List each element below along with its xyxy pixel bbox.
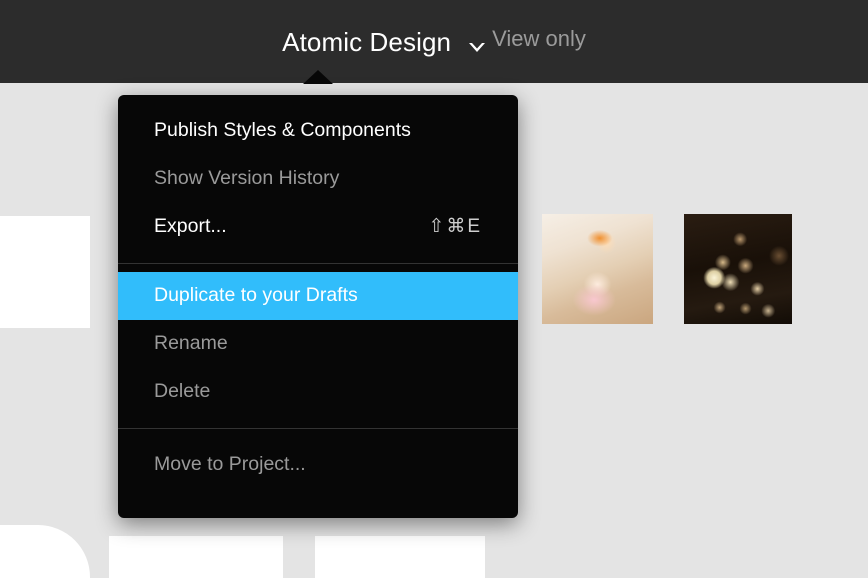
view-only-badge: View only — [492, 25, 586, 51]
menu-top-padding — [118, 95, 518, 107]
page-title: Atomic Design — [282, 26, 452, 57]
menu-item-export[interactable]: Export... ⇧⌘E — [118, 203, 518, 251]
canvas-card-bottom-1[interactable] — [0, 525, 90, 578]
menu-item-label: Delete — [154, 380, 211, 403]
canvas-card-bottom-2[interactable] — [109, 536, 283, 578]
chevron-down-icon[interactable] — [464, 34, 490, 60]
menu-group-1: Publish Styles & Components Show Version… — [118, 107, 518, 251]
canvas-card-bottom-3[interactable] — [315, 536, 485, 578]
dropdown-pointer-arrow — [303, 70, 333, 84]
menu-item-label: Duplicate to your Drafts — [154, 284, 358, 307]
menu-item-label: Publish Styles & Components — [154, 119, 411, 142]
menu-group-2-top-padding — [118, 264, 518, 272]
menu-item-label: Move to Project... — [154, 453, 306, 476]
menu-item-rename[interactable]: Rename — [118, 320, 518, 368]
menu-item-duplicate-to-your-drafts[interactable]: Duplicate to your Drafts — [118, 272, 518, 320]
menu-item-label: Export... — [154, 215, 227, 238]
file-actions-dropdown-menu[interactable]: Publish Styles & Components Show Version… — [118, 95, 518, 518]
canvas-card-left[interactable] — [0, 216, 90, 328]
menu-group-3: Move to Project... — [118, 441, 518, 489]
menu-item-shortcut: ⇧⌘E — [428, 216, 482, 238]
menu-item-label: Rename — [154, 332, 228, 355]
menu-group-1-bottom-padding — [118, 251, 518, 263]
top-bar-center-group: Atomic Design View only — [0, 0, 868, 83]
menu-group-2-bottom-padding — [118, 416, 518, 428]
menu-group-2: Duplicate to your Drafts Rename Delete — [118, 272, 518, 416]
menu-item-delete[interactable]: Delete — [118, 368, 518, 416]
top-bar: Atomic Design View only — [0, 0, 868, 83]
menu-item-move-to-project[interactable]: Move to Project... — [118, 441, 518, 489]
menu-item-label: Show Version History — [154, 167, 340, 190]
menu-item-publish-styles-and-components[interactable]: Publish Styles & Components — [118, 107, 518, 155]
bokeh-lights-thumbnail[interactable] — [684, 214, 792, 324]
wedding-table-setting-thumbnail[interactable] — [542, 214, 653, 324]
menu-item-show-version-history[interactable]: Show Version History — [118, 155, 518, 203]
app-root: Atomic Design View only Publish Styles &… — [0, 0, 868, 578]
menu-group-3-top-padding — [118, 429, 518, 441]
